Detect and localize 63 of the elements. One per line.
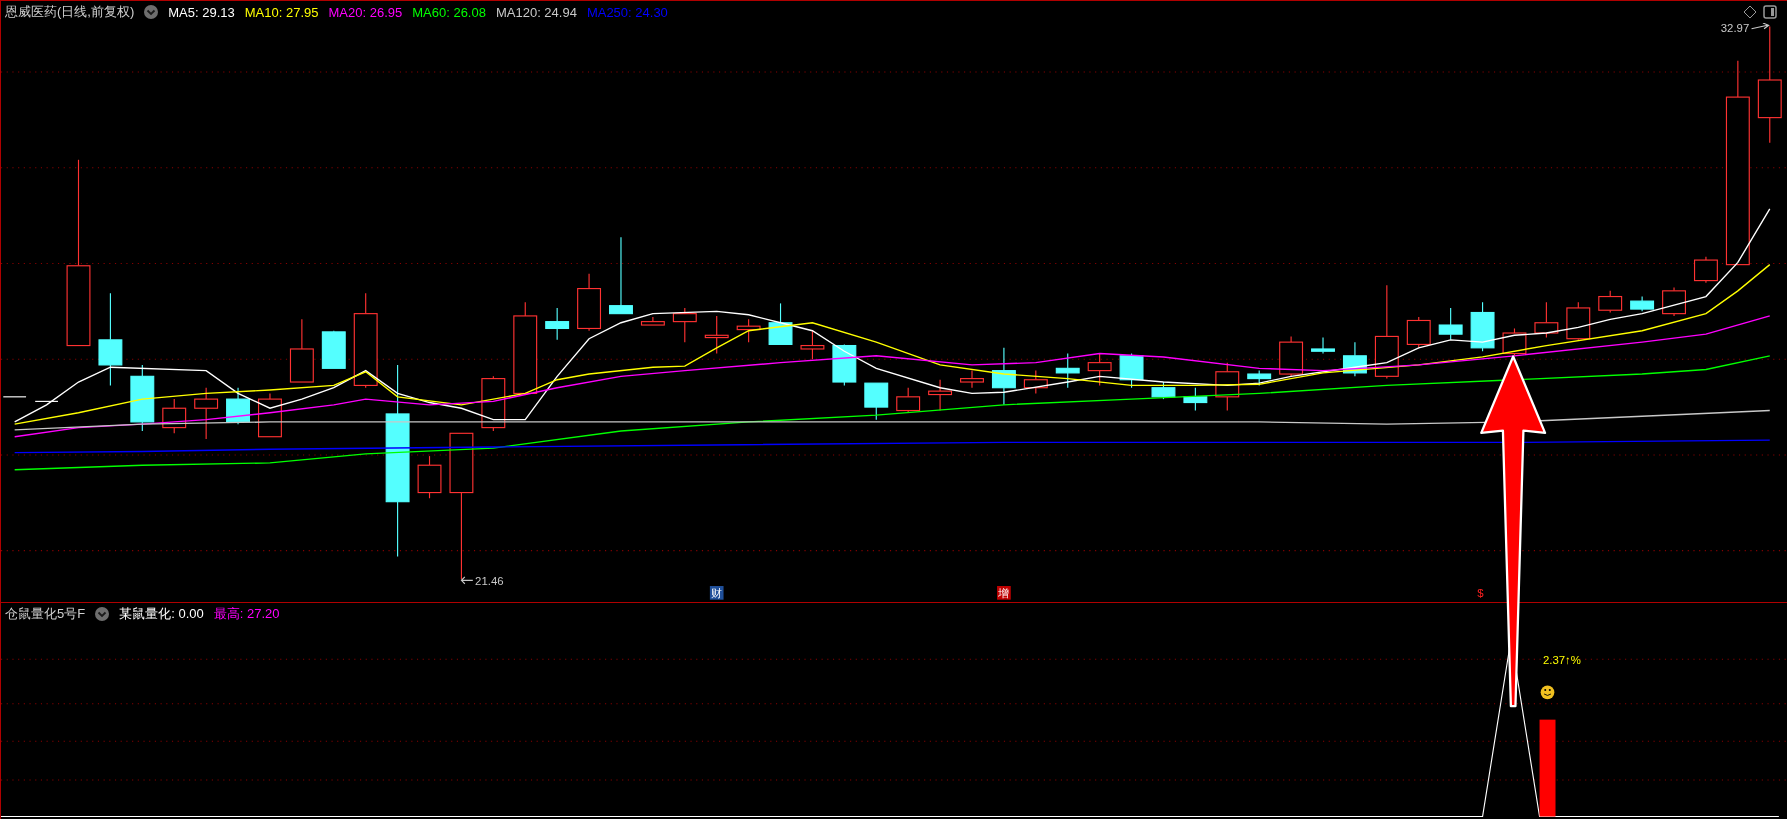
candle xyxy=(545,307,570,341)
candle xyxy=(768,302,793,345)
candle xyxy=(864,382,889,421)
candle xyxy=(1023,370,1048,394)
candle xyxy=(1406,316,1431,349)
indicator-value: MA250: 24.30 xyxy=(586,4,668,20)
candle xyxy=(417,455,442,499)
candle xyxy=(1630,295,1655,312)
event-marker: 财 xyxy=(709,586,724,600)
candle xyxy=(194,387,219,440)
window-icon[interactable] xyxy=(1763,5,1777,19)
candle xyxy=(1598,290,1623,314)
low-price-label: 21.46 xyxy=(460,574,504,587)
candle xyxy=(1662,286,1686,317)
candle xyxy=(1502,327,1527,357)
event-marker: $ xyxy=(1477,587,1484,600)
candle xyxy=(1215,362,1240,412)
candle xyxy=(1534,301,1559,339)
candle xyxy=(1087,352,1112,386)
indicator-value: MA60: 26.08 xyxy=(412,4,486,20)
candle xyxy=(1151,381,1176,400)
candle xyxy=(960,370,984,389)
panel-title: 仓鼠量化5号F xyxy=(5,605,86,623)
candle xyxy=(226,387,250,425)
candle xyxy=(1119,352,1144,389)
indicator-value: MA10: 27.95 xyxy=(244,4,319,20)
candle xyxy=(1279,335,1304,377)
indicator-value: MA120: 24.94 xyxy=(495,4,577,20)
candle xyxy=(896,387,921,414)
candle xyxy=(162,398,187,434)
event-marker: 增 xyxy=(997,586,1011,600)
candle xyxy=(832,343,857,386)
candle xyxy=(1311,337,1335,355)
candle xyxy=(1183,387,1208,412)
candle xyxy=(130,364,155,432)
indicator-value: 最高: 27.20 xyxy=(213,605,280,623)
dropdown-icon[interactable] xyxy=(95,607,110,621)
candle xyxy=(577,273,602,332)
candle xyxy=(800,330,825,360)
candle xyxy=(704,315,729,355)
candle xyxy=(1438,307,1463,341)
candle xyxy=(1055,352,1080,389)
dropdown-icon[interactable] xyxy=(144,5,159,19)
candle xyxy=(1342,341,1367,377)
indicator-value: MA5: 29.13 xyxy=(168,4,235,20)
candle xyxy=(736,318,761,343)
high-price-label: 32.97 xyxy=(1720,23,1770,35)
smiley-icon xyxy=(1540,685,1555,700)
indicator-value: MA20: 26.95 xyxy=(328,4,403,20)
diamond-icon[interactable] xyxy=(1743,5,1757,19)
candle xyxy=(289,318,314,383)
panel-title: 恩威医药(日线,前复权) xyxy=(5,3,135,21)
percent-label: 2.37↑% xyxy=(1542,653,1581,666)
candle xyxy=(1470,301,1495,352)
candle xyxy=(640,316,665,326)
candle xyxy=(991,347,1016,406)
candle xyxy=(672,307,697,343)
candle xyxy=(481,375,506,432)
candle xyxy=(928,379,953,412)
indicator-value: 某鼠量化: 0.00 xyxy=(119,605,204,623)
candle xyxy=(1694,256,1718,284)
candle xyxy=(1566,301,1591,341)
candle xyxy=(321,330,346,369)
